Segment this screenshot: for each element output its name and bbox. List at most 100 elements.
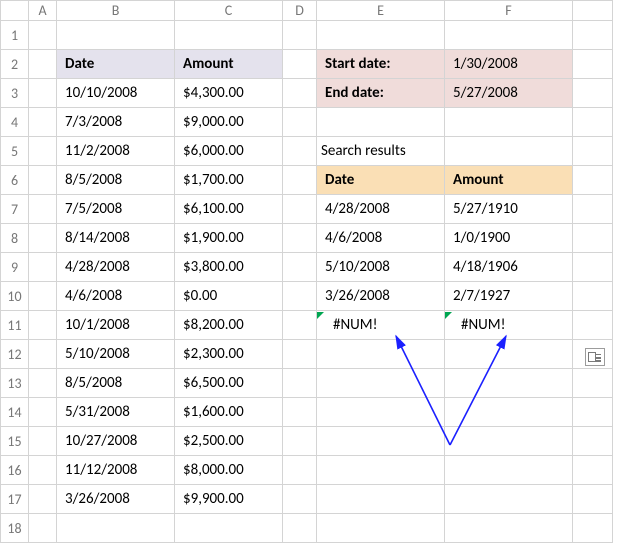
cell[interactable] <box>175 21 283 50</box>
cell[interactable]: $1,900.00 <box>175 224 283 253</box>
cell[interactable]: 11/2/2008 <box>57 137 175 166</box>
col-header-F[interactable]: F <box>445 1 573 21</box>
cell[interactable]: 5/27/1910 <box>445 195 573 224</box>
cell[interactable]: 4/18/1906 <box>445 253 573 282</box>
cell[interactable]: 1/0/1900 <box>445 224 573 253</box>
cell[interactable] <box>573 21 613 50</box>
cell[interactable] <box>445 137 573 166</box>
cell[interactable] <box>573 108 613 137</box>
cell[interactable] <box>283 137 317 166</box>
error-cell[interactable]: #NUM! <box>445 311 573 340</box>
cell[interactable] <box>29 224 57 253</box>
cell[interactable]: $9,900.00 <box>175 485 283 514</box>
cell[interactable] <box>445 369 573 398</box>
cell[interactable] <box>175 514 283 543</box>
row-header[interactable]: 4 <box>1 108 29 137</box>
cell[interactable] <box>445 485 573 514</box>
cell[interactable]: $1,700.00 <box>175 166 283 195</box>
cell[interactable] <box>573 195 613 224</box>
cell[interactable] <box>283 79 317 108</box>
cell[interactable] <box>573 427 613 456</box>
cell[interactable] <box>29 137 57 166</box>
cell[interactable]: 10/1/2008 <box>57 311 175 340</box>
row-header[interactable]: 11 <box>1 311 29 340</box>
cell[interactable] <box>573 485 613 514</box>
results-header-date[interactable]: Date <box>317 166 445 195</box>
row-header[interactable]: 15 <box>1 427 29 456</box>
row-header[interactable]: 12 <box>1 340 29 369</box>
cell[interactable] <box>573 398 613 427</box>
cell[interactable] <box>317 398 445 427</box>
cell[interactable] <box>283 514 317 543</box>
cell[interactable]: $2,500.00 <box>175 427 283 456</box>
cell[interactable]: $4,300.00 <box>175 79 283 108</box>
cell[interactable]: $0.00 <box>175 282 283 311</box>
cell[interactable]: $1,600.00 <box>175 398 283 427</box>
cell[interactable]: 4/6/2008 <box>317 224 445 253</box>
cell[interactable]: $8,000.00 <box>175 456 283 485</box>
main-header-date[interactable]: Date <box>57 50 175 79</box>
cell[interactable]: $2,300.00 <box>175 340 283 369</box>
row-header[interactable]: 8 <box>1 224 29 253</box>
cell[interactable] <box>29 282 57 311</box>
cell[interactable] <box>283 340 317 369</box>
col-header-E[interactable]: E <box>317 1 445 21</box>
cell[interactable]: 4/6/2008 <box>57 282 175 311</box>
cell[interactable] <box>445 398 573 427</box>
row-header[interactable]: 13 <box>1 369 29 398</box>
cell[interactable] <box>317 108 445 137</box>
cell[interactable] <box>29 311 57 340</box>
cell[interactable] <box>29 369 57 398</box>
cell[interactable] <box>573 514 613 543</box>
error-cell[interactable]: #NUM! <box>317 311 445 340</box>
cell[interactable] <box>29 514 57 543</box>
cell[interactable] <box>283 253 317 282</box>
cell[interactable]: 5/10/2008 <box>317 253 445 282</box>
cell[interactable] <box>317 340 445 369</box>
results-header-amount[interactable]: Amount <box>445 166 573 195</box>
cell[interactable]: 5/10/2008 <box>57 340 175 369</box>
cell[interactable] <box>445 21 573 50</box>
cell[interactable] <box>573 369 613 398</box>
cell[interactable] <box>573 253 613 282</box>
error-indicator-icon[interactable] <box>317 312 324 319</box>
cell[interactable]: 2/7/1927 <box>445 282 573 311</box>
end-date-label[interactable]: End date: <box>317 79 445 108</box>
start-date-label[interactable]: Start date: <box>317 50 445 79</box>
cell[interactable] <box>283 456 317 485</box>
cell[interactable] <box>283 398 317 427</box>
cell[interactable]: $9,000.00 <box>175 108 283 137</box>
cell[interactable]: 5/31/2008 <box>57 398 175 427</box>
cell[interactable] <box>29 21 57 50</box>
cell[interactable] <box>283 485 317 514</box>
row-header[interactable]: 1 <box>1 21 29 50</box>
cell[interactable] <box>29 79 57 108</box>
row-header[interactable]: 3 <box>1 79 29 108</box>
cell[interactable] <box>283 166 317 195</box>
cell[interactable] <box>445 514 573 543</box>
cell[interactable]: $6,500.00 <box>175 369 283 398</box>
cell[interactable]: 3/26/2008 <box>317 282 445 311</box>
cell[interactable] <box>573 224 613 253</box>
row-header[interactable]: 17 <box>1 485 29 514</box>
cell[interactable] <box>283 21 317 50</box>
cell[interactable]: 11/12/2008 <box>57 456 175 485</box>
cell[interactable]: 8/5/2008 <box>57 166 175 195</box>
cell[interactable] <box>573 79 613 108</box>
cell[interactable]: 4/28/2008 <box>317 195 445 224</box>
col-header-D[interactable]: D <box>283 1 317 21</box>
cell[interactable] <box>57 514 175 543</box>
main-header-amount[interactable]: Amount <box>175 50 283 79</box>
start-date-value[interactable]: 1/30/2008 <box>445 50 573 79</box>
paste-options-icon[interactable] <box>585 348 605 366</box>
cell[interactable] <box>445 340 573 369</box>
cell[interactable] <box>573 311 613 340</box>
cell[interactable]: 7/5/2008 <box>57 195 175 224</box>
row-header[interactable]: 14 <box>1 398 29 427</box>
cell[interactable] <box>445 456 573 485</box>
cell[interactable] <box>317 485 445 514</box>
cell[interactable] <box>29 456 57 485</box>
cell[interactable] <box>573 137 613 166</box>
row-header[interactable]: 2 <box>1 50 29 79</box>
cell[interactable] <box>283 195 317 224</box>
